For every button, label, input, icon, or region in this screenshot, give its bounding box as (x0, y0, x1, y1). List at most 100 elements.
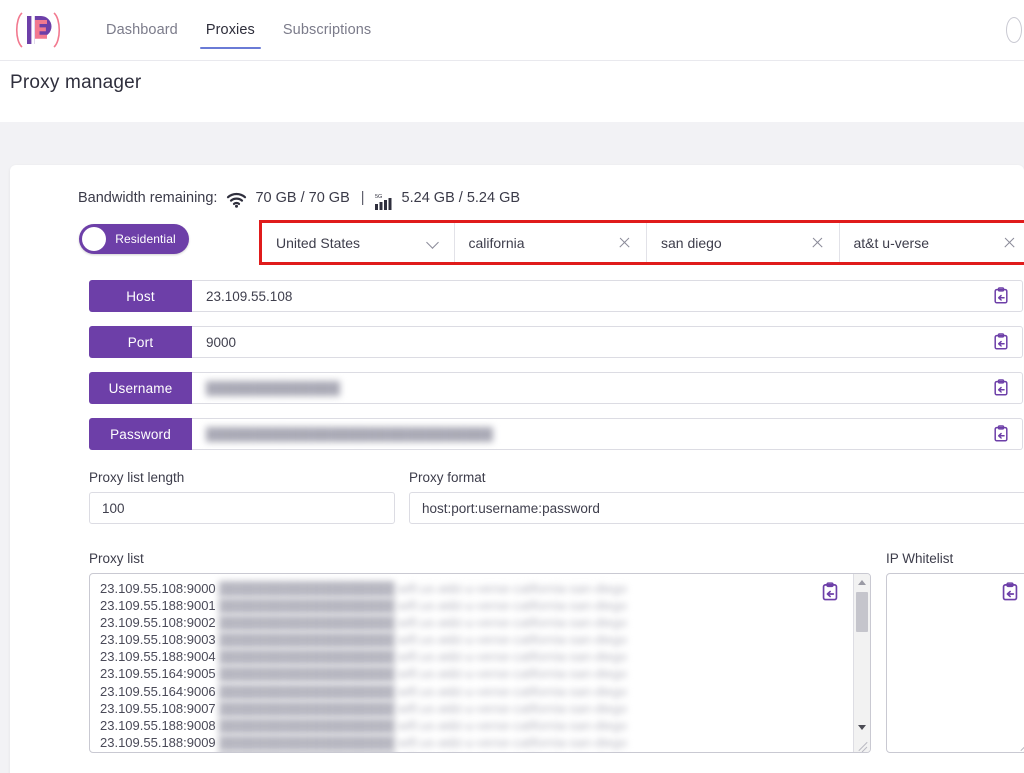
proxy-list-length-group: Proxy list length 100 (89, 470, 395, 524)
proxy-format-group: Proxy format host:port:username:password (409, 470, 1024, 524)
proxy-format-label: Proxy format (409, 470, 1024, 485)
proxy-line-address: 23.109.55.108:9010 (100, 752, 216, 753)
proxy-line-address: 23.109.55.108:9002 (100, 615, 216, 630)
proxy-line-address: 23.109.55.188:9004 (100, 649, 216, 664)
proxy-line-credentials: :███████████████████:wifi:us-at&t-u-vers… (216, 615, 627, 630)
username-field[interactable]: ██████████████ (192, 372, 1023, 404)
port-value: 9000 (206, 335, 990, 350)
proxy-list-line: 23.109.55.108:9010:███████████████████:w… (100, 751, 840, 753)
proxy-line-address: 23.109.55.188:9008 (100, 718, 216, 733)
tab-proxies[interactable]: Proxies (192, 0, 269, 61)
credential-row-host: Host 23.109.55.108 (10, 280, 1024, 312)
page-title: Proxy manager (10, 72, 141, 94)
proxy-line-credentials: :███████████████████:wifi:us-at&t-u-vers… (216, 632, 627, 647)
filter-isp[interactable]: at&t u-verse (840, 223, 1024, 262)
proxy-list-line: 23.109.55.108:9000:███████████████████:w… (100, 580, 840, 597)
proxy-format-input[interactable]: host:port:username:password (409, 492, 1024, 524)
tab-proxies-label: Proxies (206, 22, 255, 38)
proxy-list-line: 23.109.55.108:9002:███████████████████:w… (100, 614, 840, 631)
proxy-line-credentials: :███████████████████:wifi:us-at&t-u-vers… (216, 735, 627, 750)
bandwidth-summary: Bandwidth remaining: 70 GB / 70 GB | 5G (78, 189, 522, 207)
nav-tabs: Dashboard Proxies Subscriptions (92, 0, 385, 61)
user-avatar[interactable] (1006, 17, 1022, 43)
toggle-knob (82, 227, 106, 251)
password-field[interactable]: ██████████████████████████████ (192, 418, 1023, 450)
copy-port-icon[interactable] (990, 331, 1012, 353)
chevron-down-icon[interactable] (426, 236, 440, 250)
credentials-section: Host 23.109.55.108 Port (10, 280, 1024, 464)
bandwidth-separator: | (361, 190, 365, 206)
proxy-list-group: Proxy list 23.109.55.108:9000:██████████… (89, 551, 871, 753)
copy-ip-whitelist-icon[interactable] (1000, 582, 1022, 604)
tab-subscriptions-label: Subscriptions (283, 22, 371, 38)
tab-subscriptions[interactable]: Subscriptions (269, 0, 385, 61)
proxy-line-credentials: :███████████████████:wifi:us-at&t-u-vers… (216, 649, 627, 664)
proxy-list-length-input[interactable]: 100 (89, 492, 395, 524)
location-filters-group: United States california san diego at&t … (259, 220, 1024, 265)
proxy-list-label: Proxy list (89, 551, 871, 566)
filter-state-value: california (469, 235, 612, 251)
app-logo[interactable] (0, 0, 72, 61)
clear-city-icon[interactable] (810, 235, 825, 250)
filter-city-value: san diego (661, 235, 804, 251)
copy-username-icon[interactable] (990, 377, 1012, 399)
password-value: ██████████████████████████████ (206, 427, 990, 442)
tab-dashboard[interactable]: Dashboard (92, 0, 192, 61)
host-field[interactable]: 23.109.55.108 (192, 280, 1023, 312)
copy-host-icon[interactable] (990, 285, 1012, 307)
top-bar-right (1006, 0, 1024, 61)
proxy-manager-page: Dashboard Proxies Subscriptions Proxy ma… (0, 0, 1024, 773)
wifi-bandwidth-value: 70 GB / 70 GB (255, 190, 349, 206)
ip-whitelist-label: IP Whitelist (886, 551, 1024, 566)
copy-proxy-list-icon[interactable] (820, 582, 842, 604)
proxy-line-credentials: :███████████████████:wifi:us-at&t-u-vers… (216, 701, 627, 716)
proxy-line-address: 23.109.55.108:9000 (100, 581, 216, 596)
credential-row-password: Password ██████████████████████████████ (10, 418, 1024, 450)
clear-isp-icon[interactable] (1002, 235, 1017, 250)
filter-state[interactable]: california (455, 223, 648, 262)
proxy-list-line: 23.109.55.188:9001:███████████████████:w… (100, 597, 840, 614)
filter-country[interactable]: United States (262, 223, 455, 262)
port-field[interactable]: 9000 (192, 326, 1023, 358)
proxy-list-line: 23.109.55.108:9007:███████████████████:w… (100, 700, 840, 717)
proxy-list-line: 23.109.55.188:9008:███████████████████:w… (100, 717, 840, 734)
proxy-line-address: 23.109.55.164:9005 (100, 666, 216, 681)
scroll-down-icon[interactable] (854, 719, 870, 735)
username-value: ██████████████ (206, 381, 990, 396)
copy-password-icon[interactable] (990, 423, 1012, 445)
proxy-line-address: 23.109.55.188:9009 (100, 735, 216, 750)
proxy-line-credentials: :███████████████████:wifi:us-at&t-u-vers… (216, 581, 627, 596)
proxy-line-address: 23.109.55.188:9001 (100, 598, 216, 613)
proxy-line-credentials: :███████████████████:wifi:us-at&t-u-vers… (216, 598, 627, 613)
scrollbar-thumb[interactable] (856, 592, 868, 632)
ip-whitelist-textarea[interactable] (886, 573, 1024, 753)
proxy-list-line: 23.109.55.164:9006:███████████████████:w… (100, 683, 840, 700)
proxy-list-line: 23.109.55.188:9009 :███████████████████:w… (100, 734, 840, 751)
proxy-list-length-value: 100 (102, 501, 125, 516)
password-label: Password (89, 418, 192, 450)
residential-toggle[interactable]: Residential (79, 224, 189, 254)
ip-whitelist-resize-handle[interactable] (1017, 737, 1024, 751)
proxy-list-textarea[interactable]: 23.109.55.108:9000:███████████████████:w… (89, 573, 871, 753)
filter-country-value: United States (276, 235, 420, 251)
filter-city[interactable]: san diego (647, 223, 840, 262)
proxy-logo-icon (12, 7, 64, 53)
scroll-up-icon[interactable] (854, 574, 870, 590)
proxy-line-credentials: :███████████████████:wifi:us-at&t-u-vers… (216, 666, 627, 681)
proxy-list-resize-handle[interactable] (855, 737, 869, 751)
port-label: Port (89, 326, 192, 358)
filter-row: Residential United States california san… (10, 220, 1024, 268)
proxy-list-scrollbar[interactable] (853, 574, 870, 752)
ip-whitelist-content (897, 580, 1022, 752)
proxy-list-length-label: Proxy list length (89, 470, 395, 485)
proxy-line-credentials: :███████████████████:wifi:us-at&t-u-vers… (216, 684, 627, 699)
clear-state-icon[interactable] (617, 235, 632, 250)
residential-toggle-label: Residential (106, 232, 189, 246)
proxy-line-address: 23.109.55.108:9007 (100, 701, 216, 716)
mobile-bandwidth-value: 5.24 GB / 5.24 GB (402, 190, 521, 206)
bandwidth-label: Bandwidth remaining: (78, 190, 217, 206)
avatar-circle-icon (1006, 17, 1022, 43)
username-label: Username (89, 372, 192, 404)
svg-text:5G: 5G (375, 194, 382, 200)
proxy-line-credentials: :███████████████████:wifi:us-at&t-u-vers… (216, 752, 627, 753)
